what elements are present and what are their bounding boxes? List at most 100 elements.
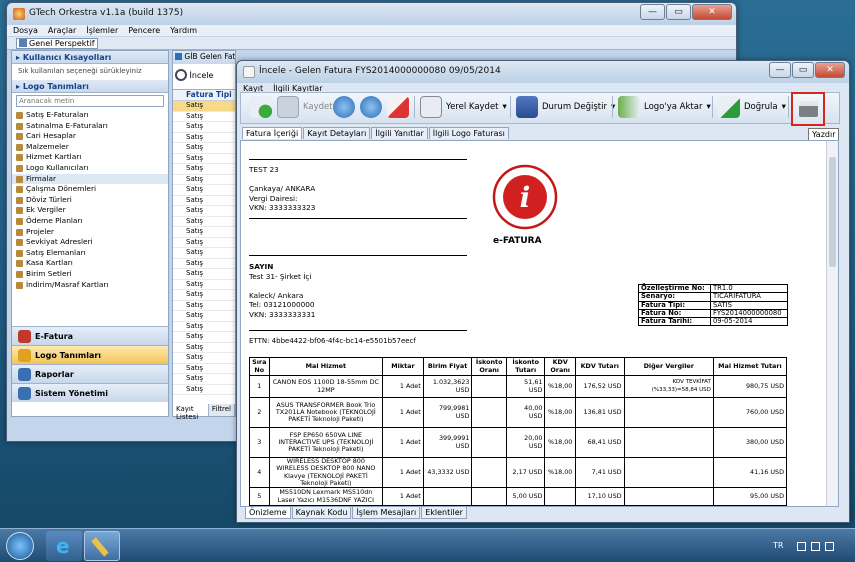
minimize-button[interactable]: — [640,4,665,20]
nav-button[interactable]: Sistem Yönetimi [12,383,168,402]
up-button[interactable] [333,92,355,122]
list-item-label: Satış [186,101,204,109]
bottom-tab-1[interactable]: Kaynak Kodu [291,507,352,519]
tree-item[interactable]: Projeler [12,227,168,238]
list-item[interactable]: Satış [173,259,235,269]
tab-0[interactable]: Fatura İçeriği [242,127,303,139]
list-item[interactable]: Satış [173,238,235,248]
tray-flag-icon[interactable] [797,542,806,551]
tray-network-icon[interactable] [811,542,820,551]
list-item[interactable]: Satış [173,175,235,185]
approve-button[interactable] [387,92,409,122]
tree-item[interactable]: Logo Kullanıcıları [12,163,168,174]
tab-1[interactable]: Kayıt Detayları [303,127,371,139]
list-item[interactable]: Satış [173,133,235,143]
tab-2[interactable]: İlgili Yanıtlar [371,127,428,139]
list-item[interactable]: Satış [173,301,235,311]
invoice-close-button[interactable]: ✕ [815,62,845,78]
language-indicator[interactable]: TR [773,541,783,550]
list-item[interactable]: Satış [173,322,235,332]
list-item[interactable]: Satış [173,269,235,280]
list-item[interactable]: Satış [173,101,235,112]
new-button[interactable] [250,92,272,122]
perspective-button[interactable]: Genel Perspektif [16,38,98,49]
toolbar-separator [788,96,789,118]
print-button[interactable] [791,92,825,126]
tree-item[interactable]: Sevkiyat Adresleri [12,237,168,248]
list-item[interactable]: Satış [173,227,235,238]
tree-item[interactable]: Hizmet Kartları [12,152,168,163]
list-tab[interactable]: GİB Gelen Faturalar [173,51,235,64]
incele-button[interactable]: İncele [190,71,214,80]
list-item[interactable]: Satış [173,217,235,227]
list-item[interactable]: Satış [173,385,235,395]
tree-item[interactable]: Ek Vergiler [12,205,168,216]
local-save-button[interactable]: Yerel Kaydet ▾ [420,92,507,122]
list-item[interactable]: Satış [173,311,235,322]
menu-item[interactable]: Yardım [170,26,197,35]
list-item[interactable]: Satış [173,122,235,133]
tree-item[interactable]: Satınalma E-Faturaları [12,121,168,132]
tray-volume-icon[interactable] [825,542,834,551]
tree-item[interactable]: Cari Hesaplar [12,131,168,142]
status-button[interactable]: Durum Değiştir ▾ [516,92,615,122]
bottom-tab-3[interactable]: Eklentiler [421,507,467,519]
list-item[interactable]: Satış [173,164,235,175]
nav-button[interactable]: Raporlar [12,364,168,383]
down-button[interactable] [360,92,382,122]
list-item[interactable]: Satış [173,112,235,122]
tree-item[interactable]: Firmalar [12,173,168,185]
tree-item[interactable]: Kasa Kartları [12,258,168,269]
favorites-header[interactable]: ▸ Kullanıcı Kısayolları [12,51,168,64]
list-bottom-tab[interactable]: Kayıt Listesi [173,404,209,421]
list-item[interactable]: Satış [173,353,235,364]
list-item[interactable]: Satış [173,196,235,206]
list-item[interactable]: Satış [173,206,235,217]
invoice-minimize-button[interactable]: — [769,62,791,78]
verify-button[interactable]: Doğrula ▾ [718,92,786,122]
start-button[interactable] [6,532,34,560]
list-item[interactable]: Satış [173,332,235,343]
tree-item[interactable]: Malzemeler [12,142,168,153]
save-button[interactable]: Kaydet [277,92,333,122]
tree-item[interactable]: Ödeme Planları [12,216,168,227]
list-item[interactable]: Satış [173,343,235,353]
list-item[interactable]: Satış [173,290,235,301]
close-button[interactable]: ✕ [692,4,732,20]
transfer-button[interactable]: Logo'ya Aktar ▾ [618,92,711,122]
maximize-button[interactable]: ▭ [666,4,691,20]
list-item[interactable]: Satış [173,143,235,154]
tree-item[interactable]: Birim Setleri [12,269,168,280]
list-item[interactable]: Satış [173,364,235,374]
ie-icon[interactable]: e [46,531,82,561]
list-item[interactable]: Satış [173,280,235,290]
menu-item[interactable]: İşlemler [86,26,118,35]
logo-header[interactable]: ▸ Logo Tanımları [12,80,168,93]
item-cell: 95,00 USD [712,487,788,506]
tree-item[interactable]: Çalışma Dönemleri [12,184,168,195]
nav-button[interactable]: Logo Tanımları [12,345,168,364]
bottom-tab-0[interactable]: Önizleme [245,507,291,519]
tree-item[interactable]: Döviz Türleri [12,195,168,206]
list-item[interactable]: Satış [173,248,235,259]
list-column-header[interactable]: Fatura Tipi [173,90,235,101]
orkestra-task-icon[interactable] [84,531,120,561]
menu-item[interactable]: Araçlar [48,26,76,35]
list-bottom-tab[interactable]: Filtrel [209,404,235,416]
tree-item[interactable]: Satış Elemanları [12,248,168,259]
tree-item[interactable]: İndirim/Masraf Kartları [12,280,168,291]
scrollbar-thumb[interactable] [829,157,836,267]
item-cell: 1 [249,375,270,398]
menu-item[interactable]: Pencere [128,26,160,35]
tree-item[interactable]: Satış E-Faturaları [12,110,168,121]
invoice-maximize-button[interactable]: ▭ [792,62,814,78]
nav-button[interactable]: E-Fatura [12,326,168,345]
search-input[interactable] [16,95,164,107]
bottom-tab-2[interactable]: İşlem Mesajları [352,507,421,519]
list-item[interactable]: Satış [173,154,235,164]
list-item[interactable]: Satış [173,374,235,385]
menu-item[interactable]: Dosya [13,26,38,35]
tab-3[interactable]: İlgili Logo Faturası [428,127,509,139]
scrollbar[interactable] [826,141,838,506]
list-item[interactable]: Satış [173,185,235,196]
